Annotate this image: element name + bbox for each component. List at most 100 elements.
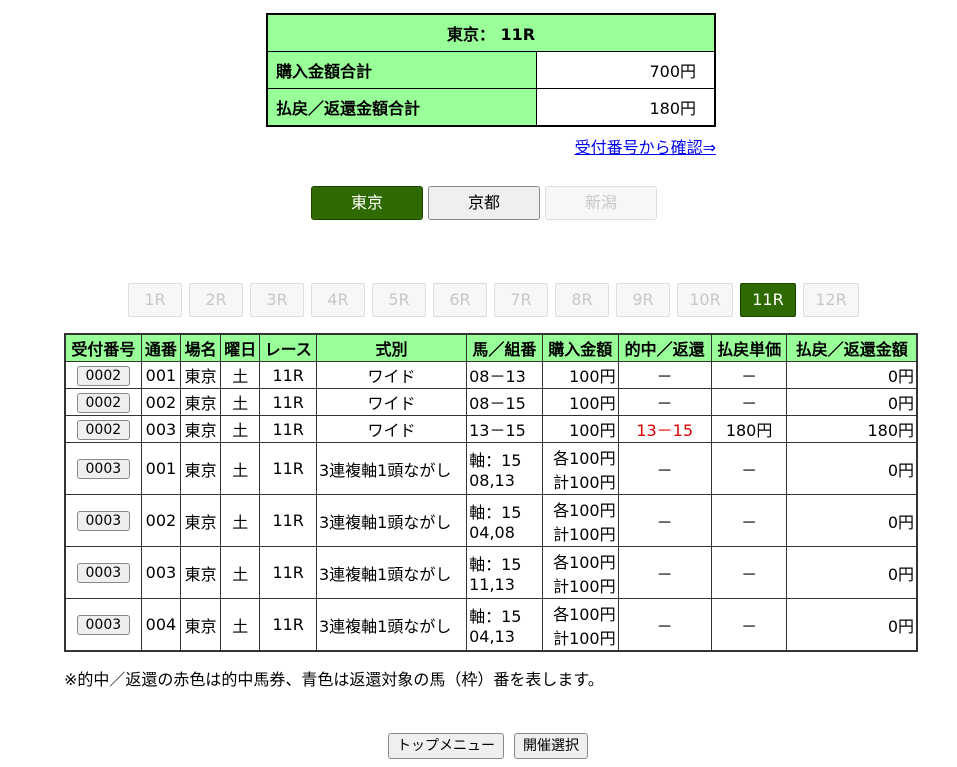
day-cell: 土 — [220, 415, 261, 443]
receipt-cell: 0003 — [64, 546, 142, 599]
header-amount: 購入金額 — [541, 333, 619, 362]
bet-detail-table: 受付番号 通番 場名 曜日 レース 式別 馬／組番 購入金額 的中／返還 払戻単価 払戻／返還金額 … — [64, 333, 918, 652]
amount-line: 100円 — [569, 367, 616, 386]
race-cell: 11R — [259, 388, 317, 416]
combo-line: 軸：15 — [469, 451, 522, 470]
header-seq: 通番 — [140, 333, 182, 362]
receipt-cell: 0002 — [64, 361, 142, 389]
amount-cell: 100円 — [541, 388, 619, 416]
header-combo: 馬／組番 — [466, 333, 543, 362]
header-race: レース — [259, 333, 317, 362]
receipt-button[interactable]: 0002 — [76, 365, 131, 386]
amount-line: 各100円 — [553, 552, 616, 572]
race-button-11r[interactable]: 11R — [740, 283, 796, 317]
venue-select-button[interactable]: 開催選択 — [514, 733, 588, 759]
receipt-cell: 0003 — [64, 442, 142, 495]
amount-cell: 各100円計100円 — [541, 442, 619, 495]
summary-table: 東京： 11R 購入金額合計 700円 払戻／返還金額合計 180円 — [266, 13, 716, 127]
receipt-button[interactable]: 0003 — [76, 615, 131, 635]
type-cell: 3連複軸1頭ながし — [315, 598, 468, 652]
type-cell: 3連複軸1頭ながし — [315, 494, 468, 547]
race-cell: 11R — [259, 442, 317, 495]
combo-line: 軸：15 — [469, 555, 522, 574]
table-row: 0003 004 東京土 11R 3連複軸1頭ながし 軸：15 04,13 各100円 計100… — [64, 598, 918, 652]
amount-cell: 100円 — [541, 361, 619, 389]
type-cell: ワイド — [315, 415, 468, 443]
header-payout: 払戻／返還金額 — [786, 333, 918, 362]
unit-price-cell: － — [710, 442, 788, 495]
receipt-button[interactable]: 0002 — [76, 392, 131, 413]
payout-cell: 0円 — [786, 546, 918, 599]
combo-line: 04,08 — [469, 523, 515, 542]
race-cell: 11R — [259, 494, 317, 547]
summary-header: 東京： 11R — [266, 13, 716, 52]
combo-line: 軸：15 — [469, 503, 522, 522]
hit-cell: － — [617, 361, 712, 389]
hit-cell: － — [617, 388, 712, 416]
combo-cell: 軸：15 04,13 — [466, 598, 543, 652]
table-row: 0002 003 東京土 11R ワイド 13－15 100円 13－15 180円 180円 — [64, 415, 918, 443]
combo-cell: 軸：15 11,13 — [466, 546, 543, 599]
header-receipt: 受付番号 — [64, 333, 142, 362]
type-cell: ワイド — [315, 388, 468, 416]
combo-line: 08－13 — [469, 367, 526, 386]
race-button-4r: 4R — [311, 283, 365, 317]
hit-cell: 13－15 — [617, 415, 712, 443]
unit-price-cell: － — [710, 361, 788, 389]
type-cell: 3連複軸1頭ながし — [315, 442, 468, 495]
seq-cell: 002 — [140, 494, 182, 547]
payout-cell: 0円 — [786, 388, 918, 416]
venue-cell: 東京 — [180, 442, 222, 495]
receipt-button[interactable]: 0003 — [76, 511, 131, 531]
amount-line: 計100円 — [553, 472, 616, 492]
top-menu-button[interactable]: トップメニュー — [388, 733, 504, 759]
race-cell: 11R — [259, 415, 317, 443]
combo-cell: 軸：15 04,08 — [466, 494, 543, 547]
race-button-10r: 10R — [677, 283, 733, 317]
amount-line: 各100円 — [553, 500, 616, 520]
venue-cell: 東京 — [180, 494, 222, 547]
payout-total-value: 180円 — [536, 88, 716, 127]
combo-cell: 13－15 — [466, 415, 543, 443]
receipt-button[interactable]: 0002 — [76, 419, 131, 440]
amount-line: 計100円 — [553, 628, 616, 648]
day-cell: 土 — [220, 494, 261, 547]
payout-cell: 0円 — [786, 442, 918, 495]
combo-line: 13－15 — [469, 421, 526, 440]
receipt-button[interactable]: 0003 — [76, 563, 131, 583]
venue-cell: 東京 — [180, 415, 222, 443]
unit-price-cell: － — [710, 494, 788, 547]
receipt-button[interactable]: 0003 — [76, 459, 131, 479]
race-button-3r: 3R — [250, 283, 304, 317]
purchase-total-label: 購入金額合計 — [266, 51, 537, 89]
venue-button-tokyo[interactable]: 東京 — [311, 186, 423, 220]
table-row: 0003 001 東京土 11R 3連複軸1頭ながし 軸：15 08,13 各100円 計100… — [64, 442, 918, 495]
header-unit: 払戻単価 — [710, 333, 788, 362]
race-cell: 11R — [259, 361, 317, 389]
payout-total-label: 払戻／返還金額合計 — [266, 88, 537, 127]
race-button-1r: 1R — [128, 283, 182, 317]
hit-cell: － — [617, 598, 712, 652]
venue-button-kyoto[interactable]: 京都 — [428, 186, 540, 220]
amount-line: 各100円 — [553, 448, 616, 468]
day-cell: 土 — [220, 361, 261, 389]
day-cell: 土 — [220, 442, 261, 495]
payout-cell: 0円 — [786, 494, 918, 547]
table-row: 0003 003 東京土 11R 3連複軸1頭ながし 軸：15 11,13 各100円 計100… — [64, 546, 918, 599]
header-venue: 場名 — [180, 333, 222, 362]
race-cell: 11R — [259, 598, 317, 652]
combo-line: 04,13 — [469, 627, 515, 646]
venue-cell: 東京 — [180, 388, 222, 416]
race-button-6r: 6R — [433, 283, 487, 317]
day-cell: 土 — [220, 388, 261, 416]
header-day: 曜日 — [220, 333, 261, 362]
table-row: 0002 001 東京土 11R ワイド 08－13 100円－－ 0円 — [64, 361, 918, 389]
confirm-by-receipt-link[interactable]: 受付番号から確認⇒ — [575, 134, 716, 158]
race-button-7r: 7R — [494, 283, 548, 317]
purchase-total-value: 700円 — [536, 51, 716, 89]
type-cell: 3連複軸1頭ながし — [315, 546, 468, 599]
amount-cell: 各100円 計100円 — [541, 546, 619, 599]
combo-line: 08,13 — [469, 471, 515, 490]
race-button-2r: 2R — [189, 283, 243, 317]
amount-cell: 100円 — [541, 415, 619, 443]
